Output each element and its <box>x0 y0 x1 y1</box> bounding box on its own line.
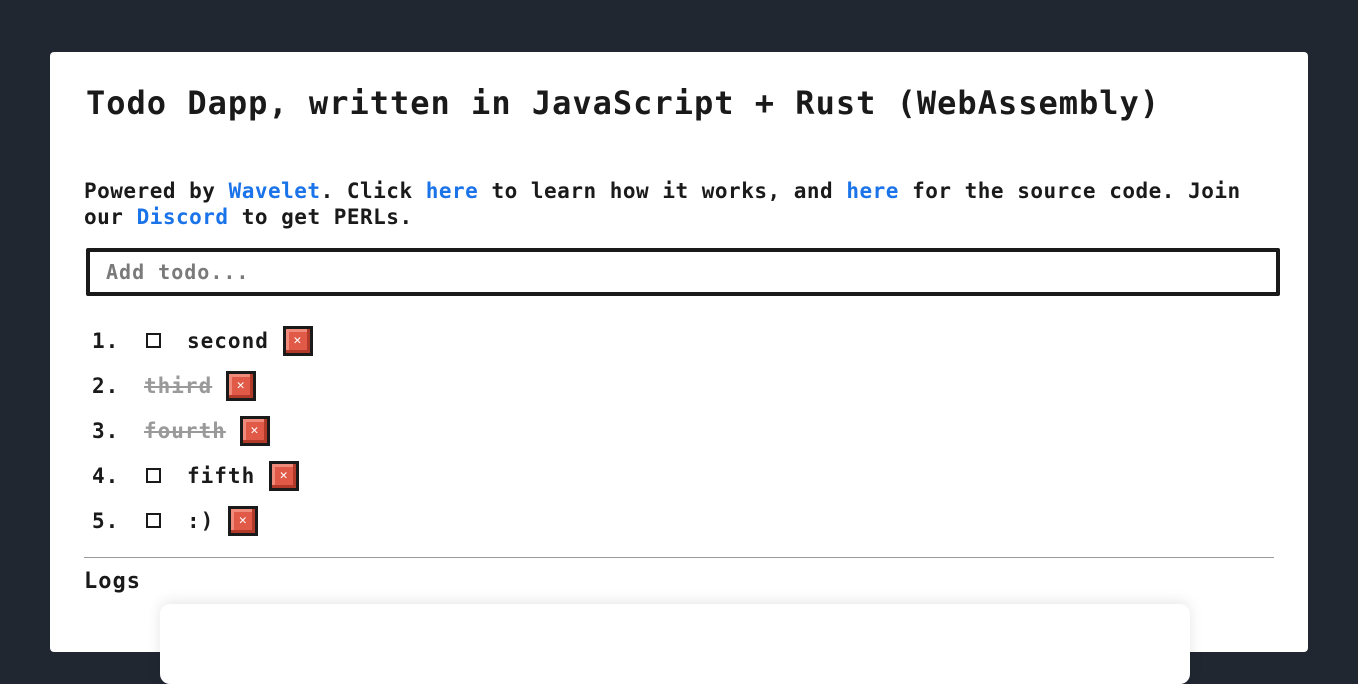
close-icon: ✕ <box>238 513 248 528</box>
todo-item: 3. fourth ✕ <box>92 408 313 453</box>
add-todo-input[interactable] <box>86 248 1280 296</box>
todo-text: fourth <box>144 418 226 443</box>
logs-panel <box>160 604 1190 684</box>
close-icon: ✕ <box>236 378 246 393</box>
todo-card: Todo Dapp, written in JavaScript + Rust … <box>50 52 1308 684</box>
todo-number: 2. <box>92 373 120 398</box>
todo-checkbox[interactable] <box>146 468 161 483</box>
delete-todo-button[interactable]: ✕ <box>269 460 300 491</box>
delete-todo-button[interactable]: ✕ <box>228 505 259 536</box>
todo-item: 1. second ✕ <box>92 318 313 363</box>
page-title: Todo Dapp, written in JavaScript + Rust … <box>86 84 1161 122</box>
intro-text-part: to learn how it works, and <box>478 179 847 203</box>
todo-text: fifth <box>187 463 256 488</box>
todo-text: second <box>187 328 269 353</box>
todo-number: 5. <box>92 508 120 533</box>
logs-title: Logs <box>84 569 141 594</box>
how-it-works-link[interactable]: here <box>426 179 479 203</box>
divider <box>84 557 1274 558</box>
intro-text: Powered by Wavelet. Click here to learn … <box>84 178 1284 230</box>
intro-text-part: Powered by <box>84 179 229 203</box>
discord-link[interactable]: Discord <box>137 205 229 229</box>
todo-checkbox[interactable] <box>146 513 161 528</box>
wavelet-link[interactable]: Wavelet <box>229 179 321 203</box>
delete-todo-button[interactable]: ✕ <box>239 415 270 446</box>
close-icon: ✕ <box>250 423 260 438</box>
todo-number: 1. <box>92 328 120 353</box>
todo-text: third <box>144 373 213 398</box>
delete-todo-button[interactable]: ✕ <box>282 325 313 356</box>
todo-number: 3. <box>92 418 120 443</box>
todo-list: 1. second ✕ 2. third ✕ 3. fourth ✕ 4. fi… <box>92 318 313 543</box>
close-icon: ✕ <box>279 468 289 483</box>
intro-text-part: . Click <box>320 179 426 203</box>
intro-text-part: to get PERLs. <box>228 205 413 229</box>
todo-item: 2. third ✕ <box>92 363 313 408</box>
todo-checkbox[interactable] <box>146 333 161 348</box>
todo-text: :) <box>187 508 215 533</box>
todo-number: 4. <box>92 463 120 488</box>
todo-item: 5. :) ✕ <box>92 498 313 543</box>
delete-todo-button[interactable]: ✕ <box>226 370 257 401</box>
todo-item: 4. fifth ✕ <box>92 453 313 498</box>
source-code-link[interactable]: here <box>846 179 899 203</box>
close-icon: ✕ <box>293 333 303 348</box>
